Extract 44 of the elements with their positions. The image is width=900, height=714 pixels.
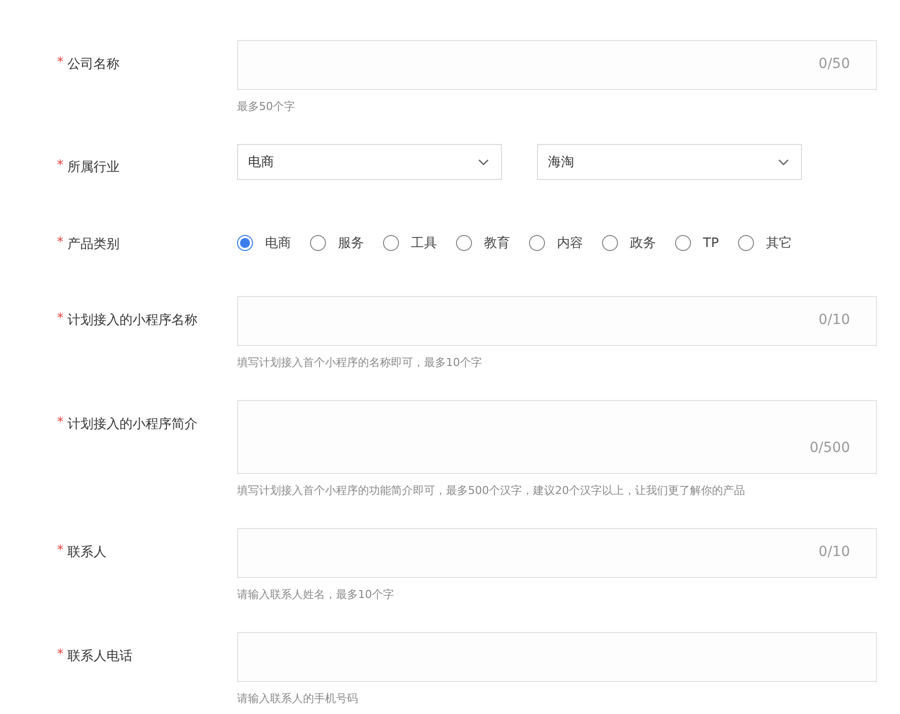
form-label: 联系人 (68, 544, 106, 561)
radio-button[interactable] (310, 235, 326, 251)
dropdown[interactable]: 海淘 (537, 144, 802, 180)
radio-option[interactable]: TP (675, 235, 719, 251)
required-asterisk: * (57, 235, 64, 250)
radio-button[interactable] (456, 235, 472, 251)
hint-text: 填写计划接入首个小程序的名称即可，最多10个字 (237, 355, 483, 371)
required-asterisk: * (57, 647, 64, 662)
hint-text: 填写计划接入首个小程序的功能简介即可，最多500个汉字，建议20个汉字以上，让我们更了解你的产品 (237, 483, 746, 499)
radio-button[interactable] (383, 235, 399, 251)
input-field[interactable] (237, 632, 877, 682)
form-label: 所属行业 (68, 159, 120, 176)
form-label: 计划接入的小程序名称 (68, 312, 198, 329)
char-counter: 0/500 (810, 440, 850, 456)
radio-option[interactable]: 其它 (738, 234, 792, 252)
radio-button[interactable] (738, 235, 754, 251)
form-label: 公司名称 (68, 56, 120, 73)
form-label: 计划接入的小程序简介 (68, 416, 198, 433)
radio-option[interactable]: 电商 (237, 234, 291, 252)
required-asterisk: * (57, 311, 64, 326)
radio-option[interactable]: 教育 (456, 234, 510, 252)
radio-button[interactable] (602, 235, 618, 251)
required-asterisk: * (57, 415, 64, 430)
hint-text: 请输入联系人姓名，最多10个字 (237, 587, 395, 603)
required-asterisk: * (57, 543, 64, 558)
radio-button[interactable] (529, 235, 545, 251)
char-counter: 0/10 (818, 544, 850, 560)
radio-option[interactable]: 政务 (602, 234, 656, 252)
dropdown[interactable]: 电商 (237, 144, 502, 180)
chevron-down-icon (478, 158, 489, 166)
required-asterisk: * (57, 158, 64, 173)
char-counter: 0/50 (818, 56, 850, 72)
chevron-down-icon (778, 158, 789, 166)
form-label: 联系人电话 (68, 648, 132, 665)
radio-button[interactable] (675, 235, 691, 251)
char-counter: 0/10 (818, 312, 850, 328)
radio-button[interactable] (237, 235, 253, 251)
radio-option[interactable]: 内容 (529, 234, 583, 252)
radio-option[interactable]: 工具 (383, 234, 437, 252)
radio-option[interactable]: 服务 (310, 234, 364, 252)
hint-text: 最多50个字 (237, 99, 296, 115)
required-asterisk: * (57, 55, 64, 70)
hint-text: 请输入联系人的手机号码 (237, 691, 359, 707)
form-label: 产品类别 (68, 236, 120, 253)
